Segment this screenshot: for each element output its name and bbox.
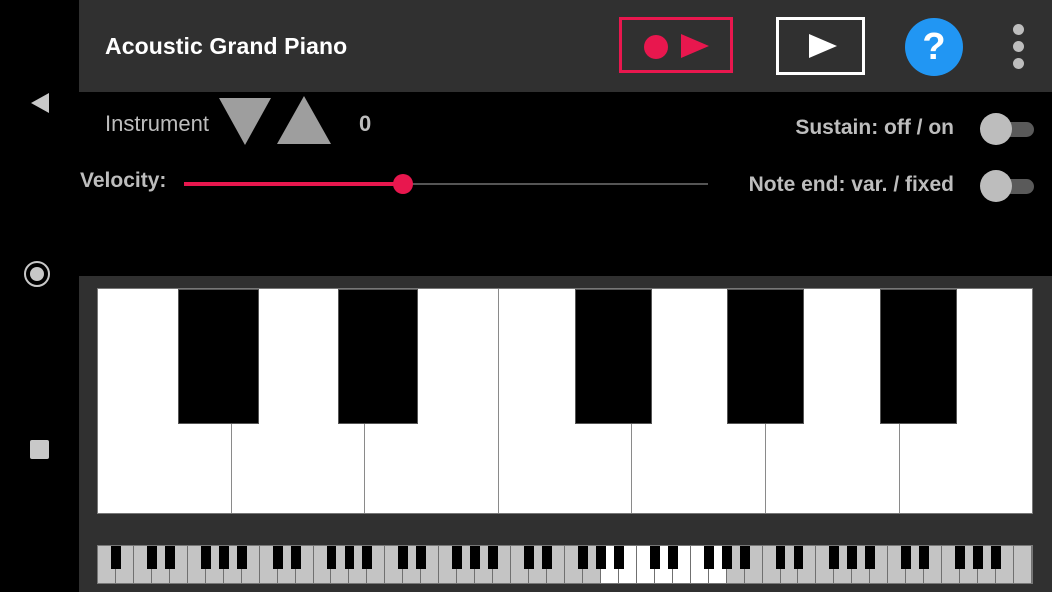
overview-black-key <box>111 546 121 569</box>
overview-black-key <box>703 546 714 569</box>
overview-black-key <box>470 546 481 569</box>
overview-black-key <box>829 546 840 569</box>
velocity-slider-thumb[interactable] <box>393 174 414 194</box>
sustain-label: Sustain: off / on <box>795 116 954 139</box>
instrument-label: Instrument <box>105 111 209 136</box>
overview-black-key <box>344 546 355 569</box>
play-icon <box>809 34 837 58</box>
black-key[interactable] <box>178 289 259 424</box>
overview-black-key <box>919 546 930 569</box>
overview-black-key <box>649 546 660 569</box>
overview-black-key <box>272 546 283 569</box>
velocity-slider[interactable] <box>184 172 708 196</box>
black-key[interactable] <box>727 289 804 424</box>
instrument-title: Acoustic Grand Piano <box>105 33 348 59</box>
overview-black-key <box>775 546 786 569</box>
overview-black-key <box>524 546 534 569</box>
back-icon[interactable] <box>29 92 51 114</box>
overview-black-key <box>578 546 588 569</box>
black-key[interactable] <box>880 289 957 424</box>
more-options-icon[interactable] <box>1009 24 1027 70</box>
overview-black-key <box>416 546 427 569</box>
overview-black-key <box>721 546 732 569</box>
overview-black-key <box>991 546 1001 569</box>
sustain-toggle[interactable] <box>980 113 1034 145</box>
piano-keyboard[interactable] <box>97 288 1033 514</box>
overview-black-key <box>793 546 804 569</box>
note-end-toggle-thumb <box>980 170 1012 202</box>
overview-black-key <box>739 546 750 569</box>
overview-black-key <box>901 546 912 569</box>
overview-black-key <box>865 546 876 569</box>
overview-black-key <box>595 546 606 569</box>
note-end-toggle[interactable] <box>980 170 1034 202</box>
black-key[interactable] <box>575 289 652 424</box>
overview-black-key <box>398 546 409 569</box>
overview-black-key <box>973 546 984 569</box>
record-play-button[interactable] <box>619 17 733 73</box>
overview-black-key <box>290 546 301 569</box>
overview-black-key <box>488 546 499 569</box>
overview-black-key <box>218 546 229 569</box>
note-end-label: Note end: var. / fixed <box>748 173 954 196</box>
overview-black-key <box>613 546 624 569</box>
system-navigation-bar <box>0 0 79 592</box>
play-button[interactable] <box>776 17 865 75</box>
overview-black-key <box>542 546 552 569</box>
overview-black-key <box>847 546 858 569</box>
keyboard-overview[interactable] <box>97 545 1033 584</box>
help-button[interactable]: ? <box>905 18 963 76</box>
velocity-slider-fill <box>184 182 404 186</box>
instrument-down-button[interactable] <box>219 98 271 145</box>
overview-black-key <box>200 546 211 569</box>
recents-icon[interactable] <box>30 440 49 459</box>
overview-black-key <box>326 546 337 569</box>
velocity-label: Velocity: <box>80 169 167 192</box>
overview-black-key <box>667 546 678 569</box>
overview-black-key <box>236 546 247 569</box>
black-key[interactable] <box>338 289 418 424</box>
app-bar: Acoustic Grand Piano ? <box>79 0 1052 92</box>
sustain-toggle-thumb <box>980 113 1012 145</box>
record-icon <box>644 35 668 59</box>
overview-black-key <box>362 546 373 569</box>
overview-black-key <box>146 546 157 569</box>
overview-white-key <box>1014 546 1032 583</box>
overview-black-key <box>164 546 175 569</box>
instrument-number: 0 <box>359 111 372 136</box>
overview-black-key <box>452 546 463 569</box>
play-icon <box>681 34 709 58</box>
home-icon[interactable] <box>24 261 50 287</box>
overview-black-key <box>955 546 966 569</box>
instrument-up-button[interactable] <box>277 96 331 144</box>
